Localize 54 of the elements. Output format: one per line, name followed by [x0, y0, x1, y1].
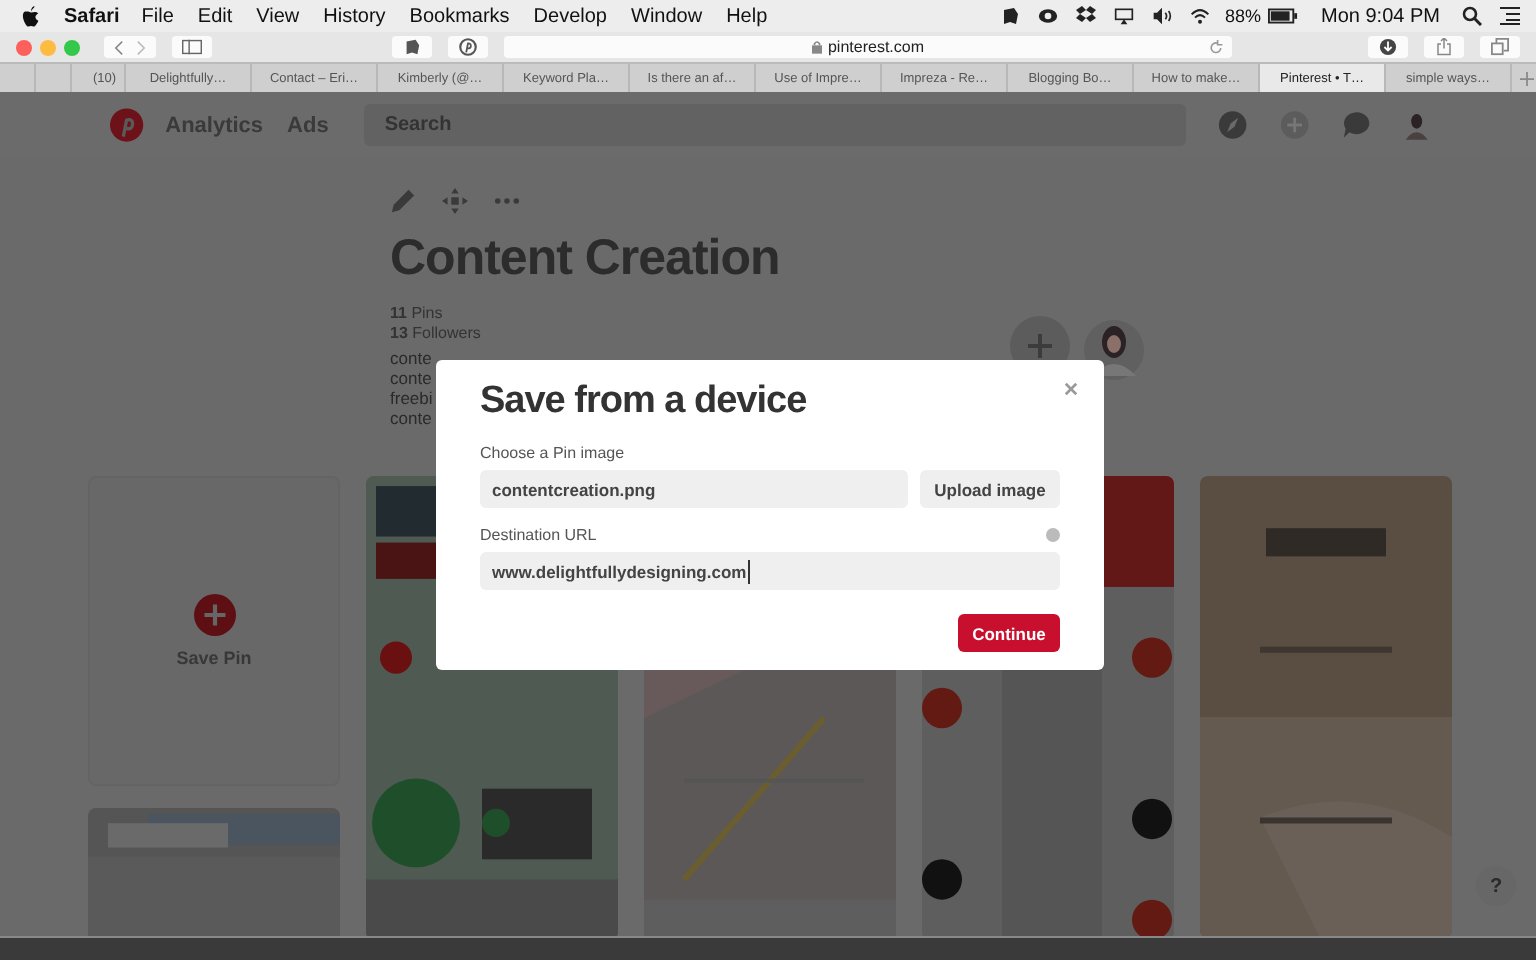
upload-image-button[interactable]: Upload image	[920, 470, 1060, 508]
menu-item[interactable]: Safari	[64, 5, 120, 27]
close-icon[interactable]	[1064, 382, 1078, 396]
lock-icon	[811, 40, 822, 54]
field-label: Choose a Pin image	[480, 444, 627, 462]
continue-button[interactable]: Continue	[958, 614, 1060, 652]
dropbox-icon[interactable]	[1075, 6, 1095, 26]
clock: Mon 9:04 PM	[1321, 5, 1440, 27]
volume-icon[interactable]	[1151, 6, 1171, 26]
menu-item[interactable]: View	[256, 5, 300, 27]
battery-percent: 88%	[1225, 6, 1262, 26]
new-tab-icon[interactable]	[1520, 71, 1534, 85]
sidebar-button[interactable]	[172, 36, 212, 58]
menu-item[interactable]: Edit	[197, 5, 233, 27]
menu-item[interactable]: Help	[726, 5, 768, 27]
menu-item[interactable]: History	[323, 5, 386, 27]
board-description: conte	[390, 408, 432, 428]
address-field[interactable]: pinterest.com	[504, 36, 1232, 58]
chat-icon[interactable]	[1341, 110, 1371, 140]
back-forward-buttons[interactable]	[104, 36, 156, 58]
menu-item[interactable]: Bookmarks	[409, 5, 510, 27]
share-icon[interactable]	[1434, 38, 1454, 56]
board-title: Content Creation	[390, 230, 782, 288]
close-button[interactable]	[16, 39, 32, 55]
board-description: conte	[390, 368, 432, 388]
reload-icon[interactable]	[1208, 39, 1224, 55]
share-button[interactable]	[1424, 36, 1464, 58]
search-icon[interactable]	[1462, 6, 1482, 26]
compass-icon[interactable]	[1218, 110, 1248, 140]
move-icon[interactable]	[442, 188, 468, 214]
url-field[interactable]: www.delightfullydesigning.com	[480, 552, 1060, 590]
pencil-icon[interactable]	[390, 188, 416, 214]
pin-logo-icon[interactable]	[458, 38, 478, 56]
plus-icon[interactable]	[193, 594, 235, 636]
apple-icon[interactable]	[22, 5, 40, 27]
file-name-field[interactable]: contentcreation.png	[480, 470, 908, 508]
dialog-title: Save from a device	[480, 380, 809, 424]
airplay-icon[interactable]	[1113, 6, 1133, 26]
board-description: freebi	[390, 388, 433, 408]
info-icon[interactable]	[1046, 528, 1060, 542]
zoom-button[interactable]	[64, 39, 80, 55]
menu-item[interactable]: Develop	[533, 5, 607, 27]
pinterest-logo[interactable]	[110, 108, 144, 142]
tabs-button[interactable]	[1480, 36, 1520, 58]
menu-item[interactable]: Window	[631, 5, 703, 27]
board-description: conte	[390, 348, 432, 368]
field-label: Destination URL	[480, 526, 597, 544]
list-icon[interactable]	[1500, 6, 1520, 26]
extension-button[interactable]	[448, 36, 488, 58]
download-button[interactable]	[1368, 36, 1408, 58]
battery-icon[interactable]	[1267, 8, 1298, 24]
wifi-icon[interactable]	[1189, 6, 1209, 26]
menu-item[interactable]: File	[141, 5, 174, 27]
extension-button[interactable]	[392, 36, 432, 58]
